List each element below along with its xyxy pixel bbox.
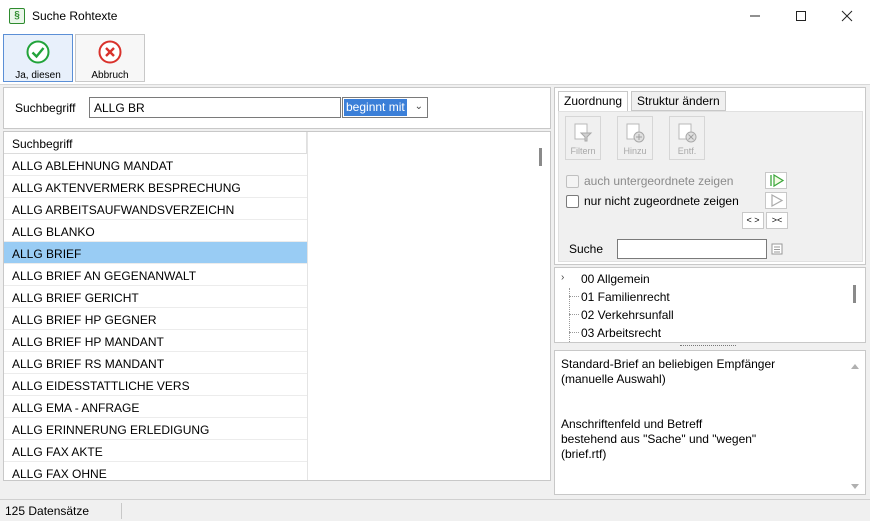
- play-outline-green-icon: [770, 173, 785, 188]
- splitter-handle[interactable]: [680, 345, 736, 349]
- chevron-right-icon[interactable]: ›: [561, 272, 564, 283]
- description-line: Standard-Brief an beliebigen Empfänger: [561, 357, 776, 371]
- chevron-down-icon: ⌄: [414, 101, 423, 112]
- play-outline-icon: [771, 193, 784, 208]
- search-mode-value: beginnt mit: [344, 99, 407, 116]
- tree-search-label: Suche: [569, 242, 604, 256]
- minimize-icon: [750, 15, 760, 17]
- include-subordinate-label: auch untergeordnete zeigen: [584, 174, 734, 188]
- filter-button-label: Filtern: [570, 146, 596, 156]
- tree-search-input[interactable]: [617, 239, 767, 259]
- collapse-button[interactable]: ><: [766, 212, 788, 229]
- remove-icon: [678, 123, 697, 143]
- table-row[interactable]: ALLG FAX AKTE: [4, 440, 307, 462]
- cancel-button-label: Abbruch: [91, 70, 129, 81]
- status-bar: 125 Datensätze: [0, 499, 870, 521]
- tree-node-familienrecht[interactable]: 01 Familienrecht: [581, 290, 670, 304]
- table-row[interactable]: ALLG ARBEITSAUFWANDSVERZEICHN: [4, 198, 307, 220]
- tree-node-verkehrsunfall[interactable]: 02 Verkehrsunfall: [581, 308, 674, 322]
- description-line: (brief.rtf): [561, 447, 607, 461]
- table-row[interactable]: ALLG AKTENVERMERK BESPRECHUNG: [4, 176, 307, 198]
- filter-button[interactable]: Filtern: [565, 116, 601, 160]
- play-all-button[interactable]: [765, 172, 787, 189]
- record-count: 125 Datensätze: [5, 504, 90, 518]
- maximize-icon: [796, 11, 806, 21]
- vertical-scrollbar-thumb[interactable]: [539, 148, 542, 166]
- only-unassigned-label: nur nicht zugeordnete zeigen: [584, 194, 739, 208]
- tree-connector: [569, 314, 579, 315]
- search-list-icon: [771, 243, 783, 255]
- tree-search-button[interactable]: [771, 242, 785, 256]
- window-title: Suche Rohtexte: [32, 9, 118, 23]
- play-button[interactable]: [765, 192, 787, 209]
- description-line: (manuelle Auswahl): [561, 372, 666, 386]
- description-line: Anschriftenfeld und Betreff: [561, 417, 703, 431]
- remove-button[interactable]: Entf.: [669, 116, 705, 160]
- description-line: [561, 402, 846, 417]
- scroll-down-icon[interactable]: [850, 480, 860, 489]
- table-row[interactable]: ALLG BLANKO: [4, 220, 307, 242]
- app-icon: §: [9, 8, 25, 24]
- table-row[interactable]: ALLG BRIEF GERICHT: [4, 286, 307, 308]
- include-subordinate-checkbox[interactable]: [566, 175, 579, 188]
- status-separator: [121, 503, 122, 519]
- description-panel: Standard-Brief an beliebigen Empfänger (…: [554, 350, 866, 495]
- close-button[interactable]: [824, 0, 870, 32]
- table-row[interactable]: ALLG BRIEF HP MANDANT: [4, 330, 307, 352]
- assignment-panel: Zuordnung Struktur ändern Filtern Hinzu: [554, 87, 866, 265]
- tree-node-arbeitsrecht[interactable]: 03 Arbeitsrecht: [581, 326, 661, 340]
- search-panel: Suchbegriff beginnt mit ⌄: [3, 87, 551, 129]
- description-text: Standard-Brief an beliebigen Empfänger (…: [561, 357, 846, 462]
- column-header-suchbegriff[interactable]: Suchbegriff: [4, 132, 307, 154]
- maximize-button[interactable]: [778, 0, 824, 32]
- cancel-button[interactable]: Abbruch: [75, 34, 145, 82]
- description-line: [561, 387, 846, 402]
- add-button[interactable]: Hinzu: [617, 116, 653, 160]
- tree-connector: [569, 296, 579, 297]
- tab-zuordnung[interactable]: Zuordnung: [558, 91, 629, 112]
- tab-struktur-aendern[interactable]: Struktur ändern: [631, 91, 726, 111]
- table-row[interactable]: ALLG ERINNERUNG ERLEDIGUNG: [4, 418, 307, 440]
- table-row[interactable]: ALLG EMA - ANFRAGE: [4, 396, 307, 418]
- ok-button[interactable]: Ja, diesen: [3, 34, 73, 82]
- table-row[interactable]: ALLG ABLEHNUNG MANDAT: [4, 154, 307, 176]
- table-row[interactable]: ALLG BRIEF HP GEGNER: [4, 308, 307, 330]
- table-row[interactable]: ALLG BRIEF: [4, 242, 307, 264]
- cancel-icon: [98, 40, 122, 64]
- search-input[interactable]: [89, 97, 341, 118]
- results-table[interactable]: Suchbegriff ALLG ABLEHNUNG MANDAT ALLG AK…: [3, 131, 551, 481]
- remove-button-label: Entf.: [677, 146, 697, 156]
- expand-button[interactable]: < >: [742, 212, 764, 229]
- table-row[interactable]: ALLG BRIEF AN GEGENANWALT: [4, 264, 307, 286]
- table-row[interactable]: ALLG BRIEF RS MANDANT: [4, 352, 307, 374]
- minimize-button[interactable]: [732, 0, 778, 32]
- column-separator: [307, 132, 308, 480]
- add-button-label: Hinzu: [623, 146, 647, 156]
- search-label: Suchbegriff: [15, 101, 76, 115]
- tree-connector: [569, 332, 579, 333]
- only-unassigned-checkbox[interactable]: [566, 195, 579, 208]
- scroll-up-icon[interactable]: [850, 359, 860, 369]
- add-icon: [626, 123, 645, 143]
- table-row[interactable]: ALLG FAX OHNE: [4, 462, 307, 480]
- tree-node-allgemein[interactable]: 00 Allgemein: [581, 272, 650, 286]
- description-line: bestehend aus "Sache" und "wegen": [561, 432, 757, 446]
- category-tree[interactable]: › 00 Allgemein 01 Familienrecht 02 Verke…: [554, 267, 866, 343]
- close-icon: [841, 10, 853, 22]
- checkmark-icon: [26, 40, 50, 64]
- ok-button-label: Ja, diesen: [15, 70, 61, 81]
- toolbar: Ja, diesen Abbruch: [0, 32, 870, 85]
- filter-icon: [574, 123, 593, 142]
- table-row[interactable]: ALLG EIDESSTATTLICHE VERS: [4, 374, 307, 396]
- tree-scrollbar-thumb[interactable]: [853, 285, 856, 303]
- search-mode-select[interactable]: beginnt mit ⌄: [342, 97, 428, 118]
- title-bar: § Suche Rohtexte: [0, 0, 870, 32]
- tab-content: Filtern Hinzu Entf. auch untergeordnete …: [558, 111, 863, 262]
